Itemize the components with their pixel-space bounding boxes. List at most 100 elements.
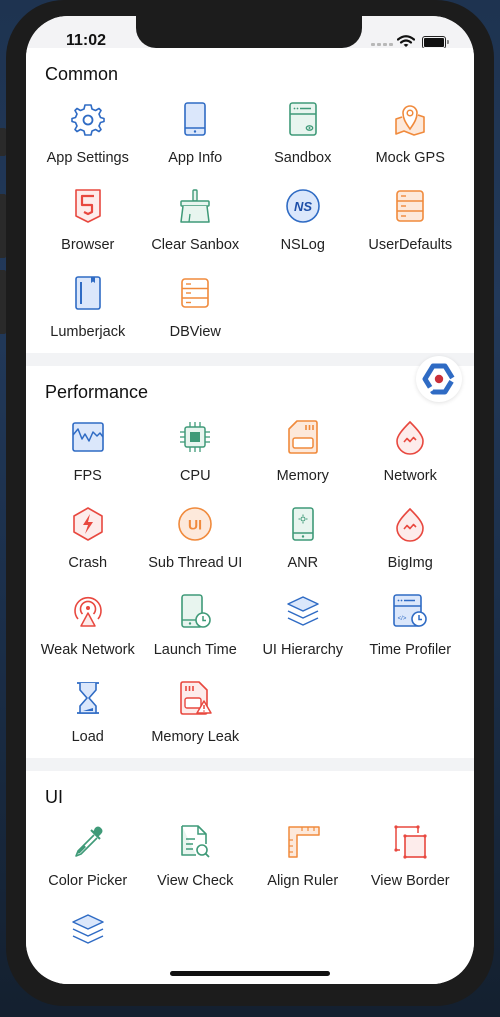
tool-label: CPU <box>179 468 211 484</box>
tool-label: Network <box>383 468 437 484</box>
tool-label: Memory <box>276 468 329 484</box>
tool-nslog[interactable]: NS NSLog <box>249 179 357 266</box>
tool-mock-gps[interactable]: Mock GPS <box>357 92 465 179</box>
tool-browser[interactable]: Browser <box>34 179 142 266</box>
svg-text:UI: UI <box>188 517 202 533</box>
bigimg-drop-icon <box>392 506 428 542</box>
tool-dbview[interactable]: DBView <box>142 266 250 353</box>
tool-layers-partial[interactable] <box>34 902 142 984</box>
tool-memory[interactable]: Memory <box>249 410 357 497</box>
tool-label: Crash <box>68 555 108 571</box>
anr-phone-icon <box>285 506 321 542</box>
tool-app-settings[interactable]: App Settings <box>34 92 142 179</box>
tool-label: FPS <box>73 468 102 484</box>
tool-sandbox[interactable]: Sandbox <box>249 92 357 179</box>
document-search-icon <box>177 824 213 860</box>
phone-clock-icon <box>177 593 213 629</box>
tool-clear-sandbox[interactable]: Clear Sanbox <box>142 179 250 266</box>
tool-label: App Info <box>168 150 223 166</box>
layers-icon <box>70 911 106 947</box>
fps-chart-icon <box>70 419 106 455</box>
tool-label: Launch Time <box>153 642 237 658</box>
notch <box>136 16 362 48</box>
hourglass-icon <box>70 680 106 716</box>
tool-lumberjack[interactable]: Lumberjack <box>34 266 142 353</box>
screen: 11:02 Common App Settings App Info Sandb… <box>26 16 474 984</box>
section-ui: UI Color Picker View Check Align Ruler V… <box>26 771 474 984</box>
section-title: Performance <box>45 382 149 402</box>
tool-label: Browser <box>61 237 115 253</box>
tool-sub-thread-ui[interactable]: UI Sub Thread UI <box>142 497 250 584</box>
cellular-signal-icon <box>371 43 393 46</box>
tool-app-info[interactable]: App Info <box>142 92 250 179</box>
network-drop-icon <box>392 419 428 455</box>
cpu-chip-icon <box>177 419 213 455</box>
svg-text:</>: </> <box>398 616 407 622</box>
phone-frame: 11:02 Common App Settings App Info Sandb… <box>6 0 494 1006</box>
tool-label: ANR <box>287 555 319 571</box>
broom-icon <box>177 188 213 224</box>
tool-label: Clear Sanbox <box>151 237 240 253</box>
border-icon <box>392 824 428 860</box>
notebook-icon <box>70 275 106 311</box>
tool-list: Common App Settings App Info Sandbox Moc… <box>26 48 474 984</box>
html5-icon <box>70 188 106 224</box>
tool-label: Align Ruler <box>267 873 339 889</box>
layers-icon <box>285 593 321 629</box>
tool-label: Time Profiler <box>369 642 452 658</box>
tool-load[interactable]: Load <box>34 671 142 758</box>
code-clock-icon: </> <box>392 593 428 629</box>
tool-crash[interactable]: Crash <box>34 497 142 584</box>
crash-bolt-icon <box>70 506 106 542</box>
tool-label: NSLog <box>280 237 325 253</box>
tool-view-border[interactable]: View Border <box>357 815 465 902</box>
tool-time-profiler[interactable]: </> Time Profiler <box>357 584 465 671</box>
home-indicator[interactable] <box>170 971 330 976</box>
tool-userdefaults[interactable]: UserDefaults <box>357 179 465 266</box>
section-common: Common App Settings App Info Sandbox Moc… <box>26 48 474 353</box>
sandbox-icon <box>285 101 321 137</box>
section-title: Common <box>45 64 119 84</box>
tool-view-check[interactable]: View Check <box>142 815 250 902</box>
gear-icon <box>70 101 106 137</box>
tool-label: UserDefaults <box>368 237 453 253</box>
tool-cpu[interactable]: CPU <box>142 410 250 497</box>
tool-label: Memory Leak <box>151 729 240 745</box>
tool-label: App Settings <box>46 150 129 166</box>
tool-label: Load <box>71 729 104 745</box>
section-divider <box>26 758 474 771</box>
map-pin-icon <box>392 101 428 137</box>
tool-label: DBView <box>169 324 221 340</box>
tool-label: Mock GPS <box>375 150 445 166</box>
tool-label: View Check <box>157 873 234 889</box>
section-performance: Performance FPS CPU Memory Network Crash… <box>26 366 474 758</box>
wifi-icon <box>397 35 415 47</box>
ruler-icon <box>285 824 321 860</box>
tool-memory-leak[interactable]: Memory Leak <box>142 671 250 758</box>
tool-network[interactable]: Network <box>357 410 465 497</box>
tool-launch-time[interactable]: Launch Time <box>142 584 250 671</box>
tool-bigimg[interactable]: BigImg <box>357 497 465 584</box>
tool-align-ruler[interactable]: Align Ruler <box>249 815 357 902</box>
storage-icon <box>392 188 428 224</box>
tool-label: UI Hierarchy <box>262 642 344 658</box>
section-title: UI <box>45 787 63 807</box>
database-icon <box>177 275 213 311</box>
tool-label: Sub Thread UI <box>148 555 243 571</box>
tool-label: BigImg <box>387 555 433 571</box>
doraemon-entry-icon <box>422 363 456 395</box>
phone-icon <box>177 101 213 137</box>
nslog-icon: NS <box>285 188 321 224</box>
tool-fps[interactable]: FPS <box>34 410 142 497</box>
antenna-icon <box>70 593 106 629</box>
ui-badge-icon: UI <box>177 506 213 542</box>
svg-text:NS: NS <box>294 199 312 214</box>
tool-anr[interactable]: ANR <box>249 497 357 584</box>
tool-weak-network[interactable]: Weak Network <box>34 584 142 671</box>
tool-label: Weak Network <box>40 642 135 658</box>
tool-color-picker[interactable]: Color Picker <box>34 815 142 902</box>
memory-warning-icon <box>177 680 213 716</box>
tool-ui-hierarchy[interactable]: UI Hierarchy <box>249 584 357 671</box>
floating-entry-button[interactable] <box>416 356 462 402</box>
section-divider <box>26 353 474 366</box>
